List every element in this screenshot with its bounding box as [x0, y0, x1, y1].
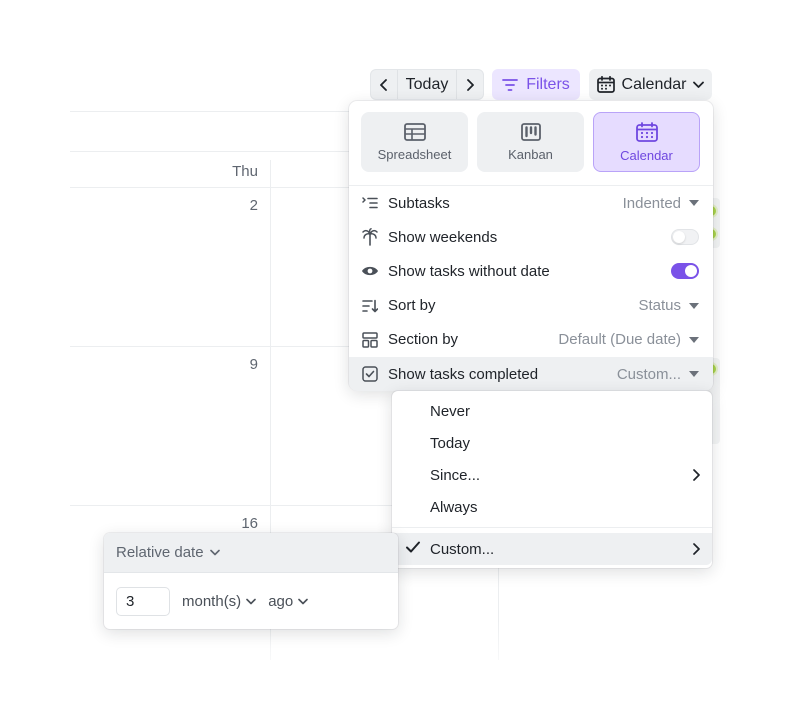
chevron-right-icon	[693, 469, 700, 481]
sort-by-select[interactable]: Status	[638, 297, 699, 314]
divider	[392, 527, 712, 528]
view-option-label: Kanban	[508, 146, 553, 162]
calendar-icon	[635, 121, 658, 142]
view-label: Calendar	[621, 75, 687, 93]
amount-input[interactable]	[116, 586, 170, 616]
chevron-right-icon	[693, 543, 700, 555]
chevron-down-icon	[209, 549, 220, 556]
setting-label: Subtasks	[388, 194, 450, 212]
calendar-icon	[596, 76, 615, 93]
filters-button[interactable]: Filters	[492, 69, 580, 100]
view-option-label: Calendar	[620, 147, 673, 163]
today-button[interactable]: Today	[397, 70, 457, 99]
settings-list: Subtasks Indented Show weekends Show tas…	[349, 186, 713, 392]
sort-icon	[361, 297, 379, 315]
menu-item-never[interactable]: Never	[392, 395, 712, 427]
menu-item-custom[interactable]: Custom...	[392, 533, 712, 565]
setting-subtasks[interactable]: Subtasks Indented	[349, 186, 713, 220]
show-tasks-without-date-toggle[interactable]	[671, 263, 699, 280]
chevron-down-icon	[298, 598, 309, 604]
checkmark-icon	[406, 541, 420, 553]
section-by-select[interactable]: Default (Due date)	[558, 331, 699, 348]
setting-label: Section by	[388, 331, 459, 349]
view-option-label: Spreadsheet	[377, 146, 452, 162]
kanban-icon	[520, 122, 541, 141]
setting-show-tasks-completed[interactable]: Show tasks completed Custom...	[349, 356, 713, 392]
setting-label: Show tasks without date	[388, 262, 550, 280]
show-weekends-toggle[interactable]	[671, 229, 699, 246]
setting-show-weekends[interactable]: Show weekends	[349, 220, 713, 254]
date-mode-label: Relative date	[116, 544, 204, 561]
layout-icon	[361, 331, 379, 349]
caret-down-icon	[689, 371, 699, 378]
day-number[interactable]: 16	[218, 515, 258, 532]
setting-section-by[interactable]: Section by Default (Due date)	[349, 323, 713, 357]
menu-item-always[interactable]: Always	[392, 491, 712, 523]
chevron-right-icon	[467, 78, 474, 91]
view-dropdown-button[interactable]: Calendar	[589, 69, 712, 100]
date-navigation: Today	[370, 69, 484, 100]
view-option-calendar[interactable]: Calendar	[593, 112, 700, 172]
completed-options-menu: Never Today Since... Always Custom...	[392, 391, 712, 568]
view-switcher: Spreadsheet Kanban Calendar	[361, 112, 700, 172]
unit-dropdown[interactable]: month(s)	[182, 593, 256, 610]
setting-label: Show weekends	[388, 228, 498, 246]
day-number[interactable]: 2	[218, 197, 258, 214]
checkbox-icon	[361, 365, 379, 383]
caret-down-icon	[689, 200, 699, 207]
caret-down-icon	[689, 302, 699, 309]
setting-sort-by[interactable]: Sort by Status	[349, 289, 713, 323]
setting-label: Show tasks completed	[388, 365, 539, 383]
setting-show-tasks-without-date[interactable]: Show tasks without date	[349, 254, 713, 288]
show-tasks-completed-select[interactable]: Custom...	[617, 366, 699, 383]
filter-icon	[502, 78, 519, 91]
direction-dropdown[interactable]: ago	[268, 593, 309, 610]
chevron-left-icon	[380, 78, 387, 91]
prev-button[interactable]	[371, 70, 397, 99]
menu-item-today[interactable]: Today	[392, 427, 712, 459]
subtasks-select[interactable]: Indented	[623, 195, 699, 212]
next-button[interactable]	[457, 70, 483, 99]
table-icon	[403, 122, 426, 141]
view-option-spreadsheet[interactable]: Spreadsheet	[361, 112, 468, 172]
setting-label: Sort by	[388, 297, 436, 315]
day-number[interactable]: 9	[218, 356, 258, 373]
palm-tree-icon	[361, 228, 379, 247]
caret-down-icon	[689, 336, 699, 343]
eye-icon	[361, 262, 379, 280]
date-mode-dropdown[interactable]: Relative date	[104, 533, 398, 573]
subtasks-icon	[361, 194, 379, 212]
relative-date-popover: Relative date month(s) ago	[104, 533, 398, 629]
filters-label: Filters	[526, 75, 570, 93]
view-option-kanban[interactable]: Kanban	[477, 112, 584, 172]
chevron-down-icon	[693, 81, 705, 88]
chevron-down-icon	[246, 598, 256, 604]
menu-item-since[interactable]: Since...	[392, 459, 712, 491]
day-header-thu: Thu	[232, 163, 258, 180]
view-settings-panel: Spreadsheet Kanban Calendar Subtasks Ind…	[349, 101, 713, 392]
